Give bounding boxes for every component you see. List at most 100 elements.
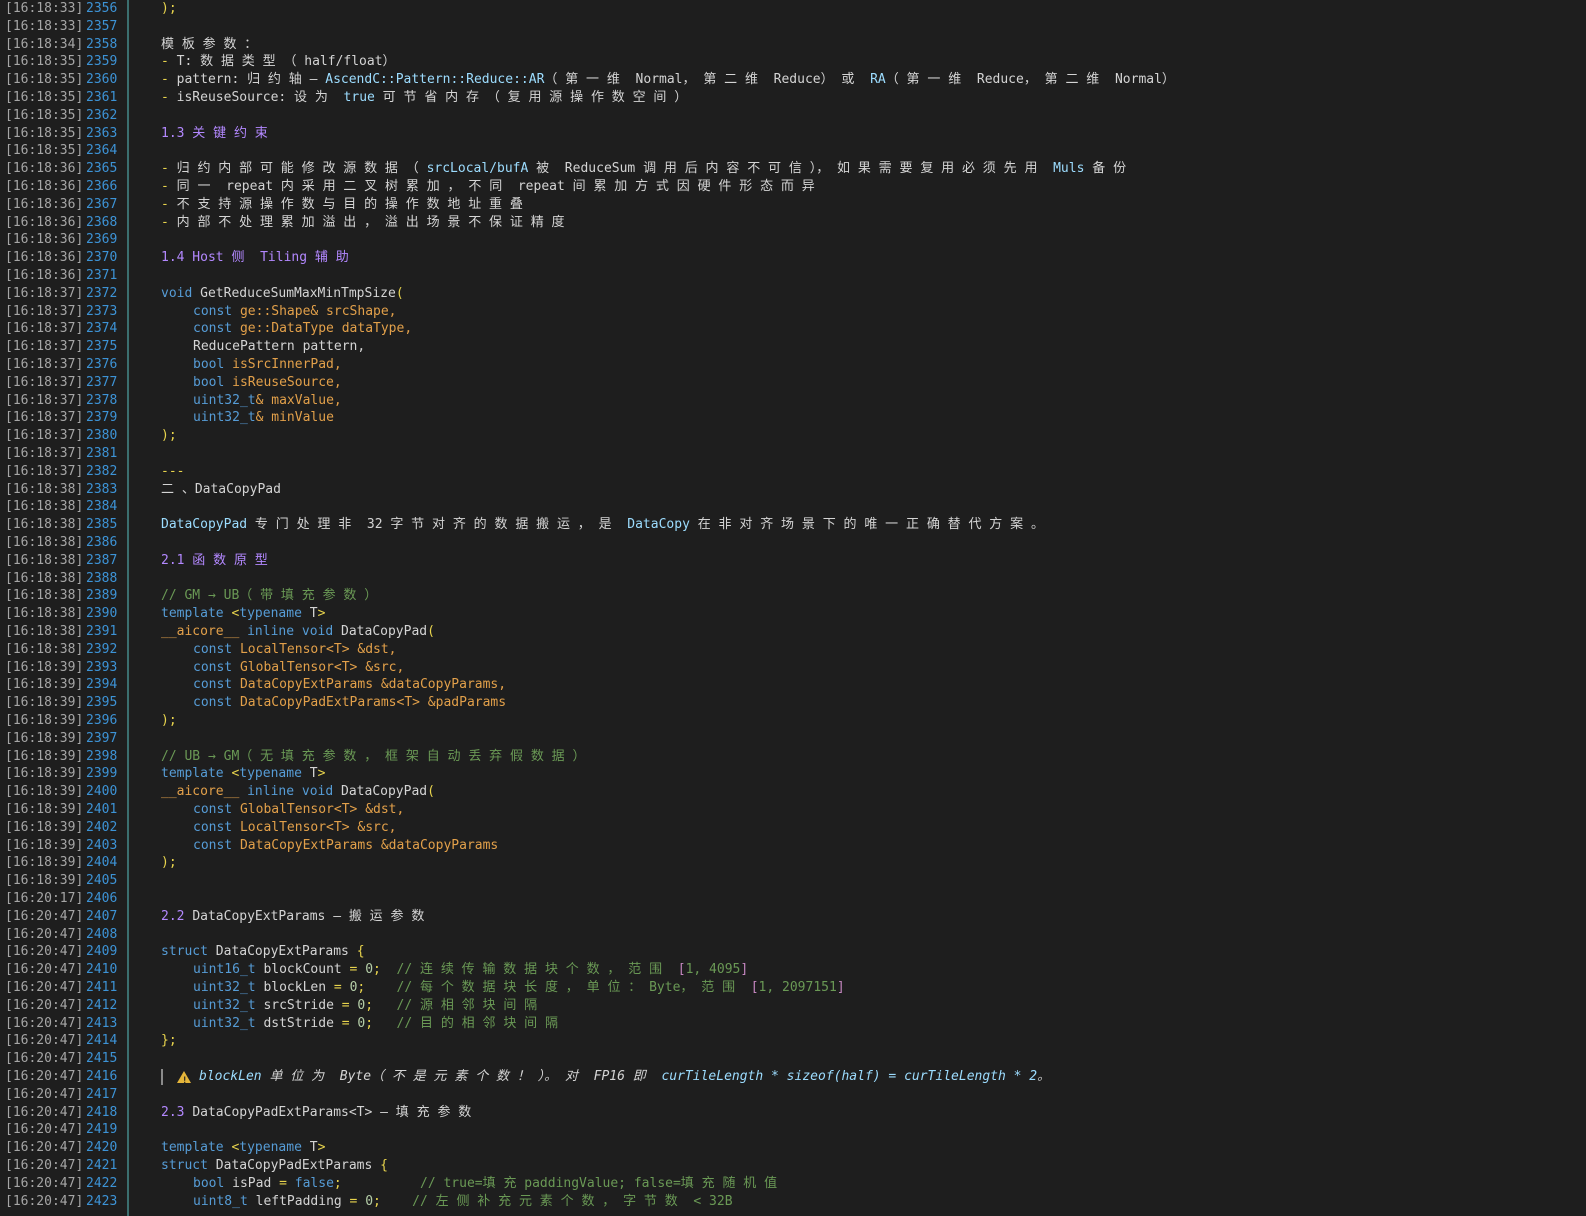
code-token: DataCopyPadExtParams<T> — 填 充 参 数 — [192, 1104, 472, 1120]
timestamp: [16:18:36] — [5, 179, 84, 194]
code-token: = — [279, 1175, 295, 1191]
line-number: 2358 — [86, 36, 118, 52]
code-token: ] — [836, 980, 845, 995]
log-line: [16:18:37] 2379 uint32_t& minValue — [0, 409, 1586, 427]
line-number: 2409 — [86, 944, 118, 960]
line-number: 2371 — [86, 268, 118, 283]
code-token: DataCopyExtParams &dataCopyParams — [239, 837, 499, 853]
timestamp: [16:18:38] — [5, 588, 84, 604]
log-line: [16:20:47] 2408 — [0, 926, 1586, 944]
line-content: const LocalTensor<T> &src, — [161, 819, 397, 837]
line-number: 2419 — [86, 1122, 118, 1138]
line-number: 2369 — [86, 232, 118, 248]
log-line: [16:18:37] 2375 ReducePattern pattern, — [0, 338, 1586, 356]
line-content: DataCopyPad 专 门 处 理 非 32 字 节 对 齐 的 数 据 搬… — [161, 516, 1044, 534]
code-token: leftPadding — [255, 1193, 350, 1209]
timestamp: [16:20:47] — [5, 944, 84, 960]
line-number: 2373 — [86, 303, 118, 319]
line-content: struct DataCopyExtParams { — [161, 943, 365, 961]
timestamp: [16:20:47] — [5, 962, 84, 978]
code-token: 单 位 为 Byte（ 不 是 元 素 个 数 ！ ）。 对 FP16 即 — [261, 1069, 662, 1084]
timestamp: [16:18:39] — [5, 766, 84, 782]
line-number: 2400 — [86, 784, 118, 800]
code-token: uint32_t — [193, 392, 256, 408]
line-content: uint16_t blockCount = 0; // 连 续 传 输 数 据 … — [161, 961, 748, 979]
log-line: [16:18:35] 2361 - isReuseSource: 设 为 true … — [0, 89, 1586, 107]
code-token: // 连 续 传 输 数 据 块 个 数 ， 范 围 — [396, 962, 678, 978]
line-number: 2377 — [86, 374, 118, 390]
code-token: ; — [365, 997, 397, 1013]
line-content: - T: 数 据 类 型 （ half/float） — [161, 53, 396, 71]
timestamp: [16:18:38] — [5, 552, 84, 568]
code-token: const — [193, 321, 240, 337]
log-line: [16:18:39] 2402 const LocalTensor<T> &src, — [0, 819, 1586, 837]
line-number: 2366 — [86, 179, 118, 194]
line-number: 2384 — [86, 499, 118, 515]
code-token: GlobalTensor<T> &dst, — [239, 802, 405, 817]
log-line: [16:18:39] 2400 __aicore__ inline void Dat… — [0, 783, 1586, 801]
code-token: & maxValue, — [255, 392, 342, 408]
code-token: DataCopyPad — [161, 517, 248, 533]
log-line: [16:20:47] 2420 template <typename T> — [0, 1139, 1586, 1157]
code-token: - — [161, 214, 177, 230]
code-token: 1.3 关 键 约 束 — [161, 125, 268, 141]
timestamp: [16:18:39] — [5, 695, 84, 711]
line-number: 2372 — [86, 285, 118, 301]
timestamp: [16:18:36] — [5, 250, 84, 266]
log-line: [16:20:47] 2419 — [0, 1121, 1586, 1139]
log-line: [16:18:33] 2357 — [0, 18, 1586, 36]
line-content: const LocalTensor<T> &dst, — [161, 641, 397, 659]
line-number: 2389 — [86, 588, 118, 604]
code-token: T — [309, 1140, 318, 1156]
line-content: ); — [161, 712, 177, 730]
code-token: __aicore__ — [161, 624, 248, 639]
timestamp: [16:18:35] — [5, 72, 84, 88]
line-content: ); — [161, 427, 177, 445]
log-line: [16:18:39] 2401 const GlobalTensor<T> &dst… — [0, 801, 1586, 819]
log-line: [16:18:39] 2399 template <typename T> — [0, 765, 1586, 783]
line-content: 2.1 函 数 原 型 — [161, 552, 268, 570]
timestamp: [16:20:47] — [5, 908, 84, 924]
line-content: const DataCopyExtParams &dataCopyParams, — [161, 676, 506, 694]
log-line: [16:18:39] 2394 const DataCopyExtParams &d… — [0, 676, 1586, 694]
timestamp: [16:18:38] — [5, 499, 84, 515]
log-line: [16:18:37] 2374 const ge::DataType dataTyp… — [0, 320, 1586, 338]
code-token: uint8_t — [193, 1193, 256, 1209]
code-token: 在 非 对 齐 场 景 下 的 唯 一 正 确 替 代 方 案 。 — [689, 517, 1044, 533]
line-content: bool isSrcInnerPad, — [161, 356, 342, 374]
code-token: pattern — [176, 72, 232, 88]
code-token: inline void — [247, 784, 342, 800]
code-token: bool — [193, 1175, 233, 1191]
line-number: 2399 — [86, 766, 118, 782]
line-content: bool isPad = false; // true=填 充 paddingV… — [161, 1175, 777, 1193]
code-token: > — [317, 606, 326, 622]
log-line: [16:20:47] 2413 uint32_t dstStride = 0; //… — [0, 1015, 1586, 1033]
line-content: - 内 部 不 处 理 累 加 溢 出 ， 溢 出 场 景 不 保 证 精 度 — [161, 214, 565, 232]
log-line: [16:18:33] 2356); — [0, 0, 1586, 18]
log-line: [16:20:47]2416 blockLen 单 位 为 Byte（ 不 是 元… — [0, 1068, 1586, 1090]
line-content: const ge::DataType dataType, — [161, 320, 412, 338]
timestamp: [16:20:47] — [5, 1104, 84, 1120]
line-content: - 归 约 内 部 可 能 修 改 源 数 据 （ srcLocal/bufA … — [161, 160, 1126, 178]
line-number: 2418 — [86, 1104, 118, 1120]
timestamp: [16:18:37] — [5, 463, 84, 479]
code-token: 1, 4095 — [685, 962, 741, 978]
line-number: 2360 — [86, 72, 118, 88]
code-token: // 每 个 数 据 块 长 度 ， 单 位 ： Byte， 范 围 — [396, 980, 751, 995]
timestamp: [16:20:47] — [5, 1069, 84, 1084]
line-number: 2365 — [86, 161, 118, 177]
timestamp: [16:18:37] — [5, 428, 84, 444]
line-content: template <typename T> — [161, 1139, 325, 1157]
line-number: 2391 — [86, 624, 118, 639]
code-token: 备 份 — [1084, 161, 1127, 177]
line-number: 2386 — [86, 535, 118, 550]
terminal-log-view[interactable]: [16:18:33] 2356); [16:18:33] 2357 [16:18:34]… — [0, 0, 1586, 1216]
log-line: [16:18:37] 2373 const ge::Shape& srcShape, — [0, 303, 1586, 321]
code-token: const — [193, 677, 240, 693]
line-content: // UB → GM（ 无 填 充 参 数 ， 框 架 自 动 丢 弃 假 数 … — [161, 748, 586, 766]
code-token: bool — [193, 374, 233, 390]
timestamp: [16:18:37] — [5, 392, 84, 408]
code-token: srcStride — [263, 997, 342, 1013]
code-token: ( — [427, 784, 435, 800]
log-line: [16:20:47] 2415 — [0, 1050, 1586, 1068]
